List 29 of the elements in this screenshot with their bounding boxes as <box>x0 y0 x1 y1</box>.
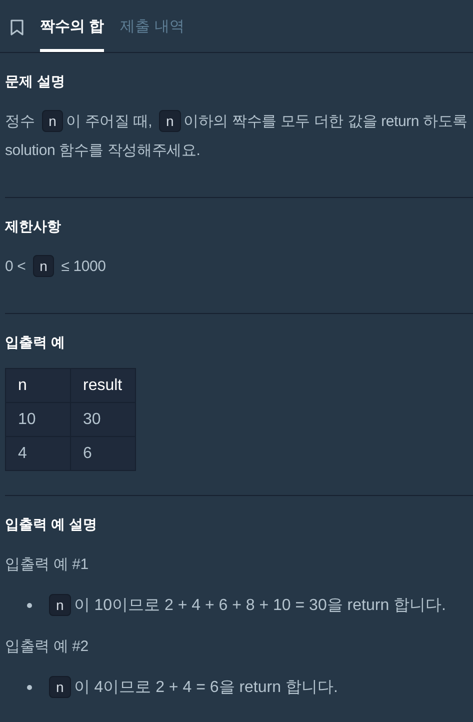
section-heading: 제한사항 <box>5 218 62 236</box>
bookmark-icon[interactable] <box>10 19 24 36</box>
table-header: n <box>6 368 70 402</box>
inline-code: n <box>49 594 71 616</box>
text: solution 함수를 작성해주세요. <box>5 142 200 159</box>
text: 정수 <box>5 113 36 130</box>
table-cell: 6 <box>70 436 136 470</box>
section-heading: 입출력 예 <box>5 334 66 352</box>
inline-code: n <box>32 255 54 277</box>
text: 이 10이므로 2 + 4 + 6 + 8 + 10 = 30을 return 합니다. <box>74 597 446 614</box>
table-cell: 4 <box>6 436 70 470</box>
text: ≤ 1000 <box>60 258 106 275</box>
table-header: result <box>70 368 136 402</box>
text: 입출력 예 #1 <box>5 556 88 573</box>
table-cell: 30 <box>70 402 136 436</box>
text: 이 주어질 때, <box>66 113 154 130</box>
section-heading: 문제 설명 <box>5 73 66 91</box>
text: 0 < <box>5 258 27 275</box>
bullet-icon <box>27 603 32 608</box>
table-cell: 10 <box>6 402 70 436</box>
inline-code: n <box>42 110 64 132</box>
text: 이하의 짝수를 모두 더한 값을 return 하도록 <box>184 113 468 130</box>
tab[interactable]: 짝수의 합 <box>40 0 104 52</box>
section-heading: 입출력 예 설명 <box>5 516 98 534</box>
inline-code: n <box>159 110 181 132</box>
inline-code: n <box>49 676 71 698</box>
text: 이 4이므로 2 + 4 = 6을 return 합니다. <box>74 679 338 696</box>
bullet-icon <box>27 685 32 690</box>
text: 입출력 예 #2 <box>5 638 88 655</box>
